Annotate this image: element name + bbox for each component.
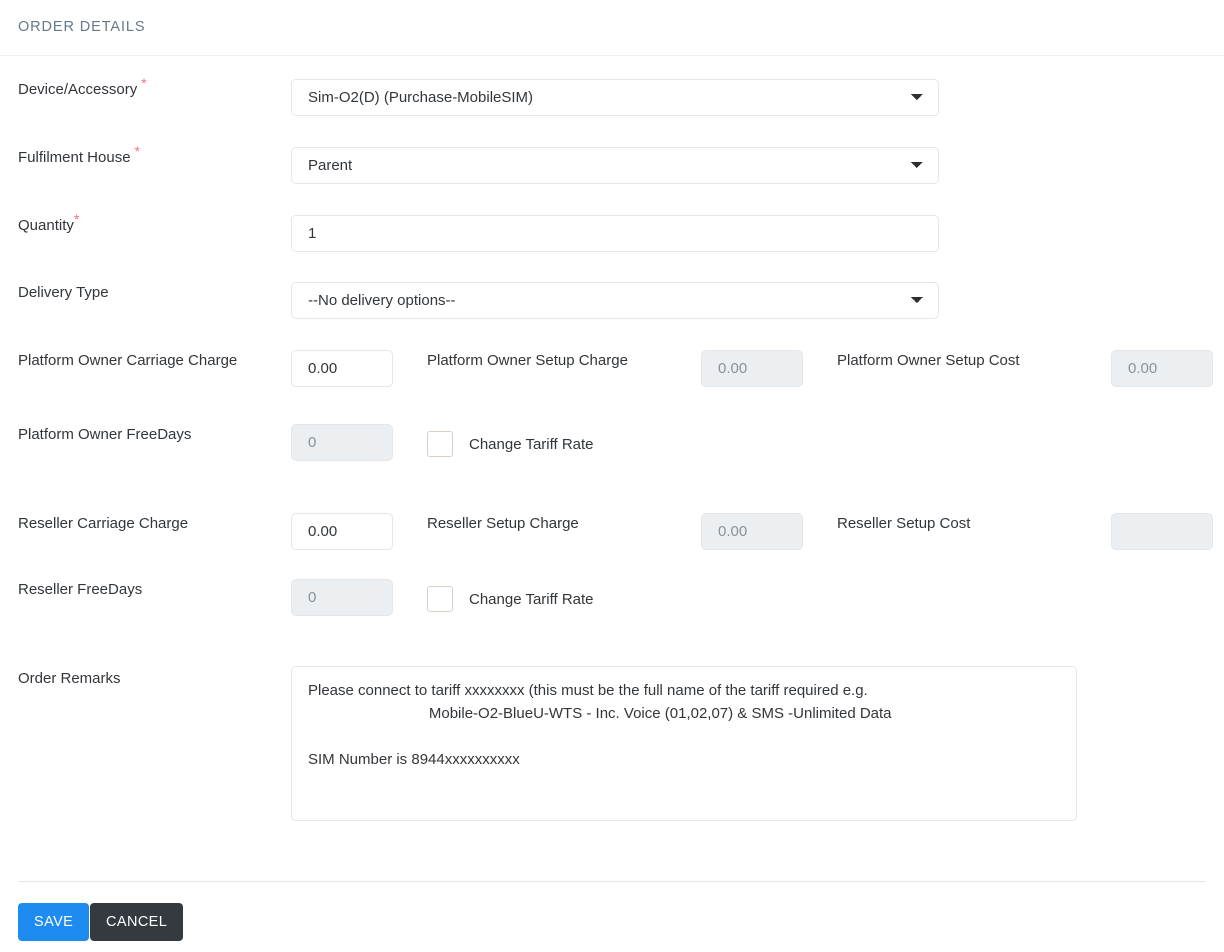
section-header: ORDER DETAILS: [0, 0, 1224, 56]
footer-divider: [18, 881, 1206, 882]
reseller-change-tariff-rate-label: Change Tariff Rate: [469, 590, 594, 608]
cancel-button[interactable]: CANCEL: [90, 903, 184, 941]
label-platform-owner-setup-cost: Platform Owner Setup Cost: [837, 352, 1020, 369]
reseller-setup-charge-input: [701, 513, 803, 550]
order-remarks-textarea[interactable]: [291, 666, 1077, 821]
label-delivery-type-text: Delivery Type: [18, 284, 109, 301]
reseller-freedays-input: [291, 579, 393, 616]
delivery-type-select[interactable]: --No delivery options--: [291, 282, 939, 319]
label-platform-owner-setup-charge: Platform Owner Setup Charge: [427, 352, 628, 369]
reseller-carriage-charge-input[interactable]: [291, 513, 393, 550]
label-device-accessory-text: Device/Accessory: [18, 81, 138, 98]
label-order-remarks: Order Remarks: [18, 670, 121, 687]
label-quantity: Quantity*: [18, 211, 80, 238]
quantity-input[interactable]: [291, 215, 939, 252]
device-accessory-select[interactable]: Sim-O2(D) (Purchase-MobileSIM): [291, 79, 939, 116]
save-button[interactable]: SAVE: [18, 903, 90, 941]
required-asterisk-fulfilment-house: *: [134, 143, 140, 159]
order-details-page: ORDER DETAILS Device/Accessory * Sim-O2(D…: [0, 0, 1224, 952]
label-platform-owner-carriage-charge: Platform Owner Carriage Charge: [18, 352, 238, 369]
label-delivery-type: Delivery Type: [18, 281, 109, 305]
platform-owner-setup-charge-input: [701, 350, 803, 387]
required-asterisk-device-accessory: *: [141, 75, 147, 91]
reseller-setup-cost-input: [1111, 513, 1213, 550]
label-reseller-freedays: Reseller FreeDays: [18, 581, 143, 598]
label-reseller-setup-cost: Reseller Setup Cost: [837, 515, 971, 532]
label-fulfilment-house: Fulfilment House *: [18, 143, 140, 170]
label-reseller-setup-charge: Reseller Setup Charge: [427, 515, 579, 532]
label-platform-owner-freedays: Platform Owner FreeDays: [18, 426, 192, 443]
label-quantity-text: Quantity: [18, 217, 74, 234]
label-reseller-carriage-charge: Reseller Carriage Charge: [18, 515, 189, 532]
fulfilment-house-select[interactable]: Parent: [291, 147, 939, 184]
page-title: ORDER DETAILS: [18, 19, 146, 35]
reseller-change-tariff-rate-group[interactable]: Change Tariff Rate: [427, 586, 594, 612]
required-asterisk-quantity: *: [73, 211, 80, 227]
label-fulfilment-house-text: Fulfilment House: [18, 149, 131, 166]
platform-owner-change-tariff-rate-group[interactable]: Change Tariff Rate: [427, 431, 594, 457]
platform-owner-change-tariff-rate-checkbox[interactable]: [427, 431, 453, 457]
platform-owner-change-tariff-rate-label: Change Tariff Rate: [469, 435, 594, 453]
label-device-accessory: Device/Accessory *: [18, 75, 147, 102]
platform-owner-freedays-input: [291, 424, 393, 461]
platform-owner-carriage-charge-input[interactable]: [291, 350, 393, 387]
platform-owner-setup-cost-input: [1111, 350, 1213, 387]
reseller-change-tariff-rate-checkbox[interactable]: [427, 586, 453, 612]
